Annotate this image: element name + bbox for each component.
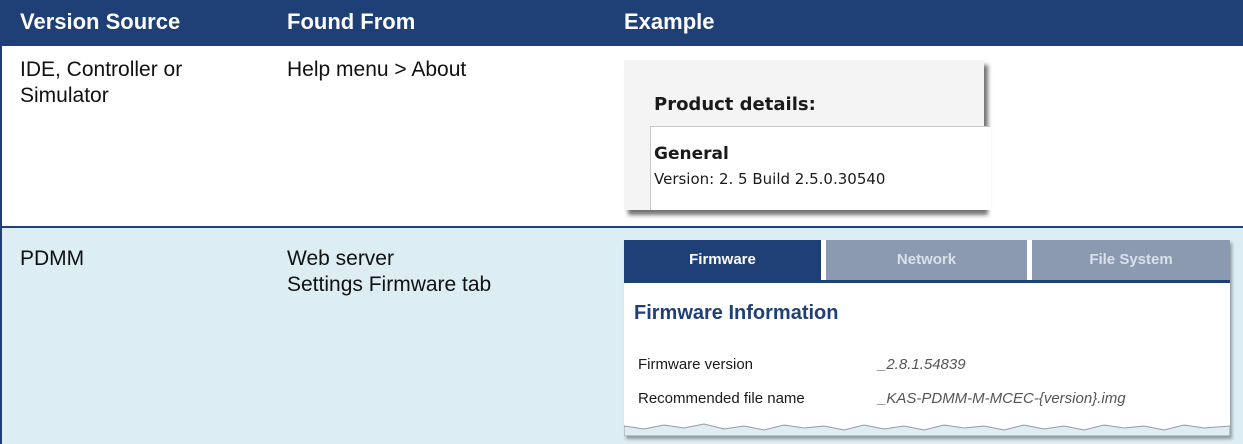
file-name-label: Recommended file name xyxy=(638,390,805,407)
version-text: Version: 2. 5 Build 2.5.0.30540 xyxy=(654,170,886,188)
cell-found-from-line2: Settings Firmware tab xyxy=(287,273,492,296)
torn-edge xyxy=(624,423,1230,436)
firmware-info-title: Firmware Information xyxy=(634,302,839,324)
header-version-source: Version Source xyxy=(20,9,181,34)
firmware-version-value: _2.8.1.54839 xyxy=(878,356,966,373)
tab-firmware[interactable]: Firmware xyxy=(624,240,821,280)
firmware-version-label: Firmware version xyxy=(638,356,754,373)
table-header: Version Source Found From Example xyxy=(2,0,1243,46)
tab-underline xyxy=(624,280,1230,283)
cell-version-source: PDMM xyxy=(20,247,85,270)
file-name-value: _KAS-PDMM-M-MCEC-{version}.img xyxy=(878,390,1126,407)
cell-found-from-line1: Web server xyxy=(287,247,394,270)
tab-network[interactable]: Network xyxy=(826,240,1027,280)
table-row: PDMM Web server Settings Firmware tab Fi… xyxy=(2,228,1243,444)
general-heading: General xyxy=(654,144,729,164)
tab-file-system[interactable]: File System xyxy=(1032,240,1230,280)
product-details-screenshot: Product details: General Version: 2. 5 B… xyxy=(624,60,991,210)
version-table: Version Source Found From Example IDE, C… xyxy=(0,0,1243,444)
firmware-page-screenshot: Firmware Network File System Firmware In… xyxy=(624,240,1230,436)
header-found-from: Found From xyxy=(287,9,416,34)
header-example: Example xyxy=(624,9,715,34)
cell-version-source: IDE, Controller or Simulator xyxy=(20,58,183,107)
cell-found-from: Help menu > About xyxy=(287,58,467,81)
product-details-title: Product details: xyxy=(654,94,816,115)
table-row: IDE, Controller or Simulator Help menu >… xyxy=(2,46,1243,228)
details-box xyxy=(650,127,991,210)
